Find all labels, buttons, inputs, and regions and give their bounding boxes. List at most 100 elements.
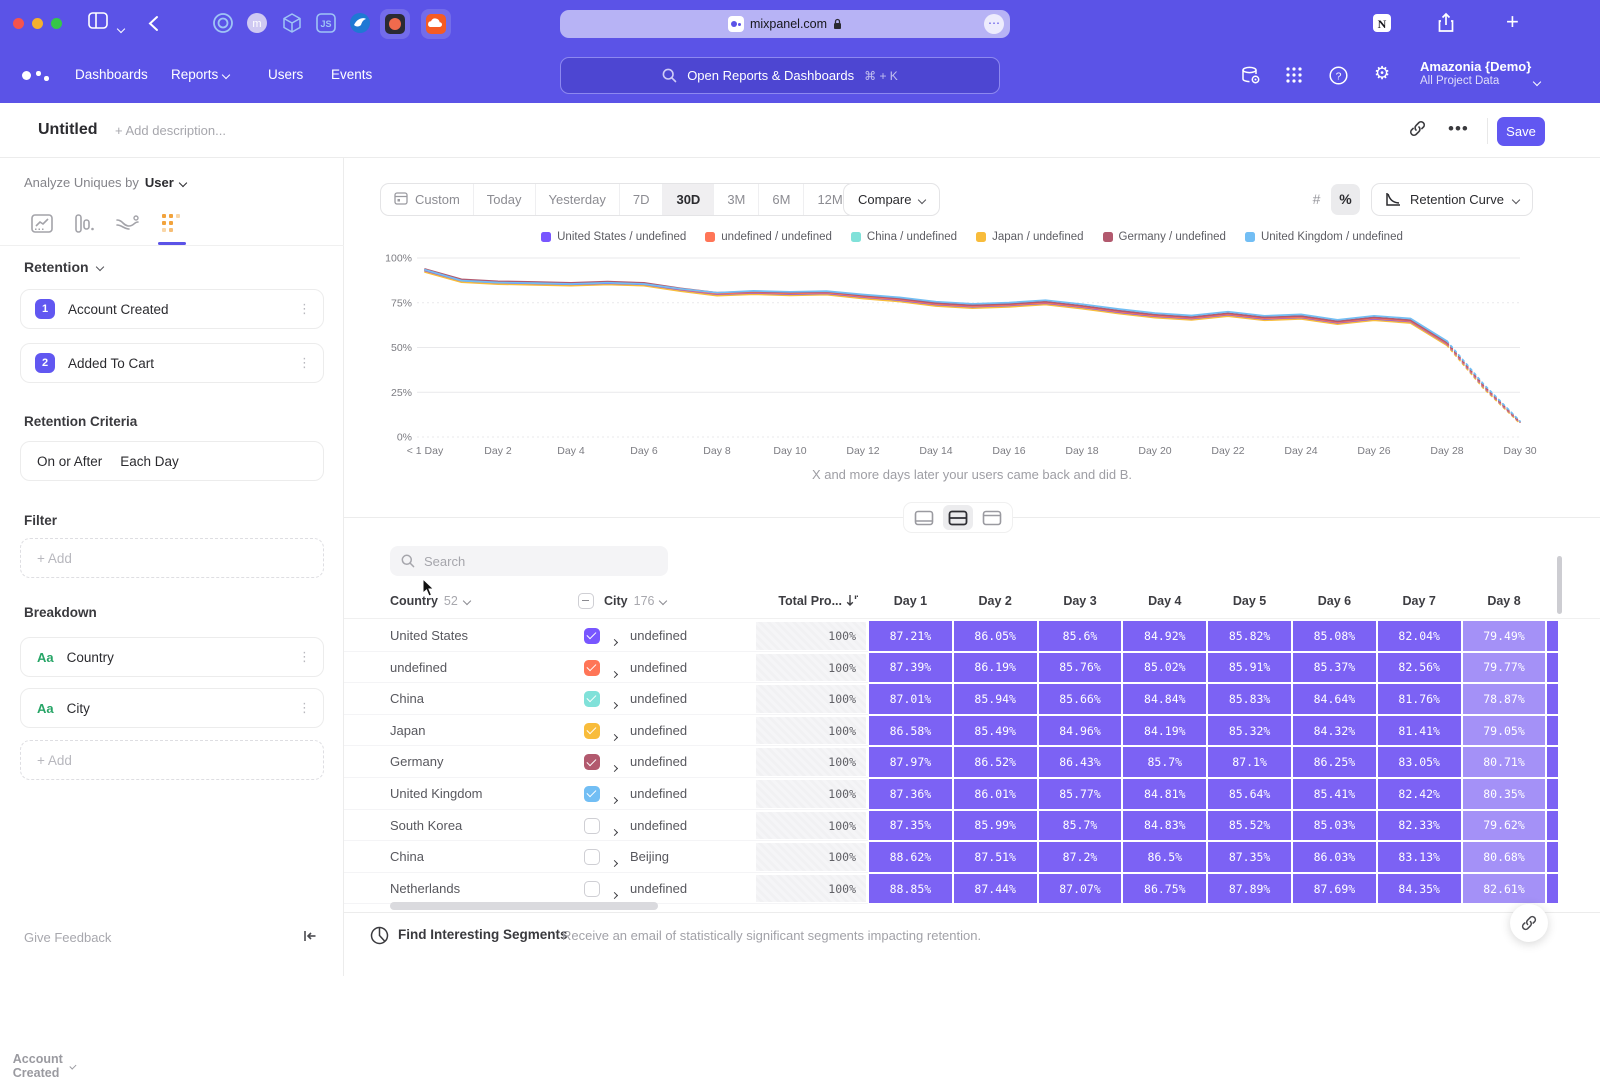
retention-cell[interactable]: 84.92%	[1123, 621, 1206, 651]
retention-cell[interactable]: 85.32%	[1208, 716, 1291, 746]
nav-item-dashboards[interactable]: Dashboards	[75, 67, 148, 82]
retention-cell[interactable]: 85.08%	[1293, 621, 1376, 651]
global-search-input[interactable]: Open Reports & Dashboards ⌘ + K	[560, 57, 1000, 94]
retention-cell[interactable]: 84.84%	[1123, 684, 1206, 714]
row-checkbox[interactable]	[584, 818, 600, 834]
range-yesterday[interactable]: Yesterday	[536, 184, 620, 215]
expand-chevron-icon[interactable]	[612, 853, 617, 871]
retention-cell[interactable]: 85.41%	[1293, 779, 1376, 809]
apps-grid-icon[interactable]	[1285, 66, 1303, 89]
layout-table-only[interactable]	[977, 505, 1007, 530]
retention-cell[interactable]: 87.2%	[1039, 842, 1122, 872]
tab-insights[interactable]	[30, 212, 56, 238]
retention-cell[interactable]: 81.76%	[1378, 684, 1461, 714]
row-checkbox[interactable]	[584, 786, 600, 802]
layout-chart-only[interactable]	[909, 505, 939, 530]
row-checkbox[interactable]	[584, 628, 600, 644]
table-search-input[interactable]: Search	[390, 546, 668, 576]
sort-icon[interactable]	[846, 594, 858, 607]
day-header[interactable]: Day 5	[1208, 594, 1291, 608]
step-card-1[interactable]: 1 Account Created ⋮	[20, 289, 324, 329]
expand-chevron-icon[interactable]	[612, 632, 617, 650]
horizontal-scrollbar[interactable]	[390, 902, 658, 910]
retention-cell[interactable]: 86.19%	[954, 653, 1037, 683]
city-column-header[interactable]: City176	[604, 594, 666, 608]
retention-cell[interactable]: 87.21%	[869, 621, 952, 651]
share-link-fab[interactable]	[1510, 904, 1548, 942]
settings-gear-icon[interactable]: ⚙	[1374, 63, 1390, 84]
new-tab-icon[interactable]: +	[1506, 9, 1519, 35]
step-card-2[interactable]: 2 Added To Cart ⋮	[20, 343, 324, 383]
table-row[interactable]: United Statesundefined100%87.21%86.05%85…	[344, 620, 1600, 652]
retention-cell[interactable]: 81.41%	[1378, 716, 1461, 746]
compare-button[interactable]: Compare	[843, 183, 940, 216]
chart-type-select[interactable]: Retention Curve	[1371, 183, 1533, 216]
retention-cell[interactable]: 87.01%	[869, 684, 952, 714]
table-row[interactable]: United Kingdomundefined100%87.36%86.01%8…	[344, 778, 1600, 810]
extension-target-icon[interactable]	[212, 12, 234, 39]
retention-cell[interactable]: 87.36%	[869, 779, 952, 809]
sidebar-toggle-icon[interactable]	[88, 12, 108, 34]
retention-cell[interactable]: 80.68%	[1463, 842, 1546, 872]
retention-cell[interactable]: 84.64%	[1293, 684, 1376, 714]
retention-cell[interactable]: 84.19%	[1123, 716, 1206, 746]
retention-cell[interactable]: 86.25%	[1293, 747, 1376, 777]
find-segments-title[interactable]: Find Interesting Segments	[398, 927, 568, 942]
legend-item[interactable]: undefined / undefined	[705, 231, 832, 243]
expand-chevron-icon[interactable]	[612, 885, 617, 903]
retention-cell[interactable]: 79.49%	[1463, 621, 1546, 651]
retention-cell[interactable]: 86.01%	[954, 779, 1037, 809]
retention-cell[interactable]: 85.91%	[1208, 653, 1291, 683]
legend-item[interactable]: Germany / undefined	[1103, 231, 1226, 243]
extension-cube-icon[interactable]	[281, 12, 303, 39]
criteria-interval[interactable]: Each Day	[120, 454, 179, 469]
range-30d[interactable]: 30D	[663, 184, 714, 215]
day-header[interactable]: Day 1	[869, 594, 952, 608]
retention-cell[interactable]: 78.87%	[1463, 684, 1546, 714]
mixpanel-logo[interactable]	[22, 71, 31, 80]
retention-section-header[interactable]: Retention	[24, 259, 103, 275]
retention-cell[interactable]: 80.71%	[1463, 747, 1546, 777]
criteria-card[interactable]: On or After Each Day	[20, 441, 324, 481]
range-custom[interactable]: Custom	[381, 184, 474, 215]
retention-cell[interactable]: 85.6%	[1039, 621, 1122, 651]
retention-cell[interactable]: 87.44%	[954, 874, 1037, 904]
retention-cell[interactable]: 86.05%	[954, 621, 1037, 651]
expand-chevron-icon[interactable]	[612, 664, 617, 682]
day-header[interactable]: Day 6	[1293, 594, 1376, 608]
tab-chevron-icon[interactable]	[118, 19, 124, 37]
nav-item-events[interactable]: Events	[331, 67, 372, 82]
retention-cell[interactable]: 85.03%	[1293, 811, 1376, 841]
number-toggle[interactable]: #	[1302, 184, 1331, 215]
retention-cell[interactable]: 79.05%	[1463, 716, 1546, 746]
add-description[interactable]: + Add description...	[115, 123, 226, 138]
legend-item[interactable]: Japan / undefined	[976, 231, 1083, 243]
traffic-light-close[interactable]	[13, 18, 24, 29]
tab-retention[interactable]	[160, 212, 186, 238]
retention-cell[interactable]: 82.61%	[1463, 874, 1546, 904]
retention-cell[interactable]: 86.43%	[1039, 747, 1122, 777]
retention-cell[interactable]: 86.5%	[1123, 842, 1206, 872]
extension-bird-icon[interactable]	[349, 12, 371, 39]
expand-chevron-icon[interactable]	[612, 695, 617, 713]
table-row[interactable]: Chinaundefined100%87.01%85.94%85.66%84.8…	[344, 683, 1600, 715]
row-checkbox[interactable]	[584, 723, 600, 739]
retention-cell[interactable]: 88.62%	[869, 842, 952, 872]
expand-chevron-icon[interactable]	[612, 727, 617, 745]
retention-cell[interactable]: 87.97%	[869, 747, 952, 777]
retention-cell[interactable]: 84.83%	[1123, 811, 1206, 841]
retention-cell[interactable]: 80.35%	[1463, 779, 1546, 809]
day-header[interactable]: Day 8	[1463, 594, 1546, 608]
table-row[interactable]: South Koreaundefined100%87.35%85.99%85.7…	[344, 810, 1600, 842]
extension-js-icon[interactable]: JS	[315, 12, 337, 39]
retention-cell[interactable]: 85.66%	[1039, 684, 1122, 714]
traffic-light-minimize[interactable]	[32, 18, 43, 29]
extension-soundcloud-icon[interactable]	[421, 9, 451, 39]
retention-cell[interactable]: 85.82%	[1208, 621, 1291, 651]
layout-split[interactable]	[943, 505, 973, 530]
expand-chevron-icon[interactable]	[612, 790, 617, 808]
retention-cell[interactable]: 83.05%	[1378, 747, 1461, 777]
retention-cell[interactable]: 84.96%	[1039, 716, 1122, 746]
criteria-type[interactable]: On or After	[37, 454, 102, 469]
retention-cell[interactable]: 82.42%	[1378, 779, 1461, 809]
